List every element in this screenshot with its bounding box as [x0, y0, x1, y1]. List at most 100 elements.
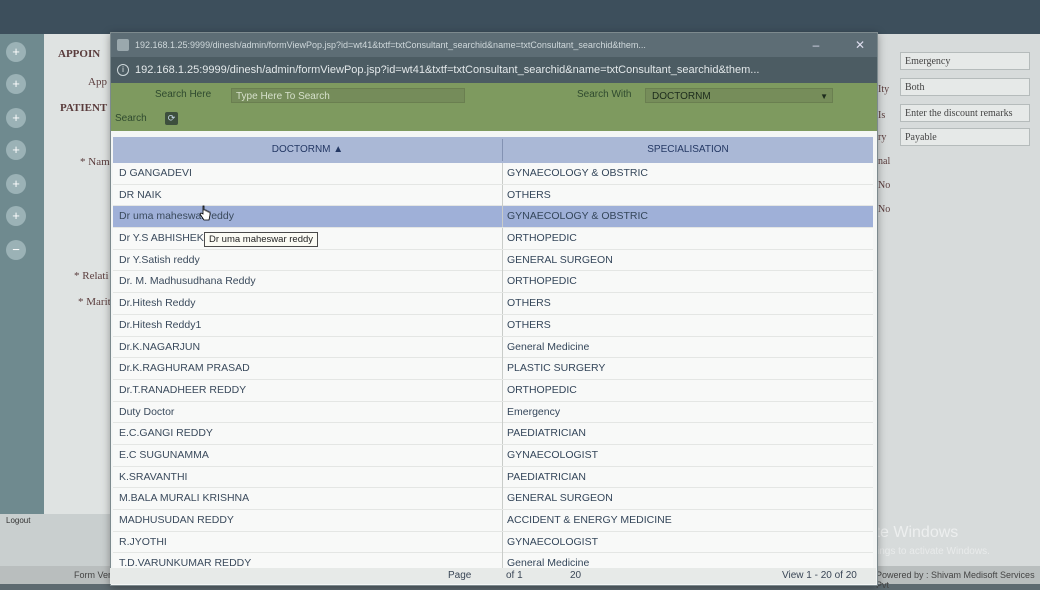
cell-divider [502, 271, 503, 293]
both-field[interactable]: Both [900, 78, 1030, 96]
table-row[interactable]: Duty Doctor Emergency [113, 401, 873, 424]
table-row[interactable]: Dr.K.NAGARJUN General Medicine [113, 336, 873, 359]
side-label: No [878, 204, 891, 215]
address-url: 192.168.1.25:9999/dinesh/admin/formViewP… [135, 64, 760, 76]
specialisation-cell[interactable]: OTHERS [507, 185, 867, 205]
page-count-label: of 1 [506, 570, 523, 581]
side-label: Ity [878, 84, 890, 95]
popup-title-bar: 192.168.1.25:9999/dinesh/admin/formViewP… [111, 33, 877, 57]
doctor-name-cell[interactable]: Dr. M. Madhusudhana Reddy [119, 271, 499, 291]
specialisation-cell[interactable]: ORTHOPEDIC [507, 380, 867, 400]
close-icon[interactable]: ✕ [847, 33, 873, 57]
plus-icon[interactable]: + [6, 74, 26, 94]
search-with-value: DOCTORNM [652, 91, 711, 102]
search-button[interactable]: ⟳ [165, 112, 178, 125]
doctor-name-cell[interactable]: K.SRAVANTHI [119, 467, 499, 487]
cell-divider [502, 423, 503, 445]
doctor-name-cell[interactable]: Dr uma maheswar reddy [119, 206, 499, 226]
doctor-name-cell[interactable]: Dr.Hitesh Reddy1 [119, 315, 499, 335]
doctor-name-cell[interactable]: D GANGADEVI [119, 163, 499, 183]
plus-icon[interactable]: + [6, 206, 26, 226]
address-bar[interactable]: i 192.168.1.25:9999/dinesh/admin/formVie… [111, 57, 877, 83]
plus-icon[interactable]: + [6, 42, 26, 62]
form-label: PATIENT [60, 102, 108, 114]
plus-icon[interactable]: + [6, 108, 26, 128]
doctor-name-cell[interactable]: R.JYOTHI [119, 532, 499, 552]
specialisation-cell[interactable]: GYNAECOLOGIST [507, 445, 867, 465]
specialisation-cell[interactable]: OTHERS [507, 293, 867, 313]
chevron-down-icon: ▼ [820, 92, 828, 101]
minimize-icon[interactable]: – [803, 33, 829, 57]
search-here-label: Search Here [155, 89, 212, 100]
cell-divider [502, 401, 503, 423]
page-label: Page [448, 570, 472, 581]
doctor-name-cell[interactable]: Dr Y.Satish reddy [119, 250, 499, 270]
doctor-name-cell[interactable]: Dr.T.RANADHEER REDDY [119, 380, 499, 400]
table-row[interactable]: DR NAIK OTHERS [113, 184, 873, 207]
cell-divider [502, 206, 503, 228]
specialisation-cell[interactable]: ACCIDENT & ENERGY MEDICINE [507, 510, 867, 530]
doctor-name-cell[interactable]: E.C SUGUNAMMA [119, 445, 499, 465]
plus-icon[interactable]: + [6, 140, 26, 160]
side-label: No [878, 180, 891, 191]
doctor-name-cell[interactable]: M.BALA MURALI KRISHNA [119, 488, 499, 508]
specialisation-cell[interactable]: PAEDIATRICIAN [507, 467, 867, 487]
table-row[interactable]: M.BALA MURALI KRISHNA GENERAL SURGEON [113, 488, 873, 510]
plus-icon[interactable]: + [6, 174, 26, 194]
doctor-name-cell[interactable]: DR NAIK [119, 185, 499, 205]
cell-divider [502, 488, 503, 510]
specialisation-cell[interactable]: Emergency [507, 402, 867, 422]
column-header-doctornm[interactable]: DOCTORNM ▲ [113, 137, 502, 163]
page-icon [117, 39, 129, 51]
emergency-field[interactable]: Emergency [900, 52, 1030, 70]
page-size-select[interactable]: 20 [570, 570, 581, 581]
column-header-specialisation[interactable]: SPECIALISATION [503, 137, 873, 163]
search-with-select[interactable]: DOCTORNM ▼ [645, 88, 833, 103]
table-row[interactable]: D GANGADEVI GYNAECOLOGY & OBSTRIC [113, 163, 873, 185]
doctor-name-cell[interactable]: Dr.K.RAGHURAM PRASAD [119, 358, 499, 378]
specialisation-cell[interactable]: PLASTIC SURGERY [507, 358, 867, 378]
search-input[interactable]: Type Here To Search [231, 88, 465, 103]
row-tooltip: Dr uma maheswar reddy [204, 232, 319, 247]
table-row[interactable]: Dr.K.RAGHURAM PRASAD PLASTIC SURGERY [113, 358, 873, 380]
table-row[interactable]: E.C SUGUNAMMA GYNAECOLOGIST [113, 444, 873, 467]
grid-pager: Page of 1 20 View 1 - 20 of 20 [110, 568, 876, 584]
cell-divider [502, 466, 503, 488]
minus-icon[interactable]: − [6, 240, 26, 260]
table-row[interactable]: Dr uma maheswar reddy GYNAECOLOGY & OBSTR… [113, 206, 873, 229]
table-row[interactable]: E.C.GANGI REDDY PAEDIATRICIAN [113, 423, 873, 445]
specialisation-cell[interactable]: GENERAL SURGEON [507, 488, 867, 508]
specialisation-cell[interactable]: GYNAECOLOGY & OBSTRIC [507, 163, 867, 183]
doctor-name-cell[interactable]: Dr.K.NAGARJUN [119, 337, 499, 357]
payable-select[interactable]: Payable [900, 128, 1030, 146]
specialisation-cell[interactable]: GENERAL SURGEON [507, 250, 867, 270]
table-row[interactable]: Dr. M. Madhusudhana Reddy ORTHOPEDIC [113, 271, 873, 294]
doctor-name-cell[interactable]: MADHUSUDAN REDDY [119, 510, 499, 530]
doctor-name-cell[interactable]: E.C.GANGI REDDY [119, 423, 499, 443]
table-row[interactable]: R.JYOTHI GYNAECOLOGIST [113, 531, 873, 554]
specialisation-cell[interactable]: General Medicine [507, 337, 867, 357]
hand-cursor-icon [199, 205, 211, 221]
specialisation-cell[interactable]: OTHERS [507, 315, 867, 335]
table-row[interactable]: MADHUSUDAN REDDY ACCIDENT & ENERGY MEDICI… [113, 510, 873, 532]
info-icon: i [117, 64, 129, 76]
specialisation-cell[interactable]: GYNAECOLOGIST [507, 532, 867, 552]
logout-link[interactable]: Logout [6, 516, 30, 525]
side-label: ry [878, 132, 887, 143]
cell-divider [502, 314, 503, 336]
table-row[interactable]: Dr.Hitesh Reddy1 OTHERS [113, 314, 873, 337]
form-label: App [88, 76, 107, 88]
specialisation-cell[interactable]: ORTHOPEDIC [507, 271, 867, 291]
table-row[interactable]: Dr.Hitesh Reddy OTHERS [113, 293, 873, 315]
specialisation-cell[interactable]: ORTHOPEDIC [507, 228, 867, 248]
doctor-name-cell[interactable]: Duty Doctor [119, 402, 499, 422]
popup-title: 192.168.1.25:9999/dinesh/admin/formViewP… [135, 40, 646, 50]
cell-divider [502, 293, 503, 315]
discount-remarks-field[interactable]: Enter the discount remarks [900, 104, 1030, 122]
specialisation-cell[interactable]: GYNAECOLOGY & OBSTRIC [507, 206, 867, 226]
table-row[interactable]: Dr.T.RANADHEER REDDY ORTHOPEDIC [113, 379, 873, 402]
doctor-name-cell[interactable]: Dr.Hitesh Reddy [119, 293, 499, 313]
table-row[interactable]: K.SRAVANTHI PAEDIATRICIAN [113, 466, 873, 489]
table-row[interactable]: Dr Y.Satish reddy GENERAL SURGEON [113, 249, 873, 272]
specialisation-cell[interactable]: PAEDIATRICIAN [507, 423, 867, 443]
